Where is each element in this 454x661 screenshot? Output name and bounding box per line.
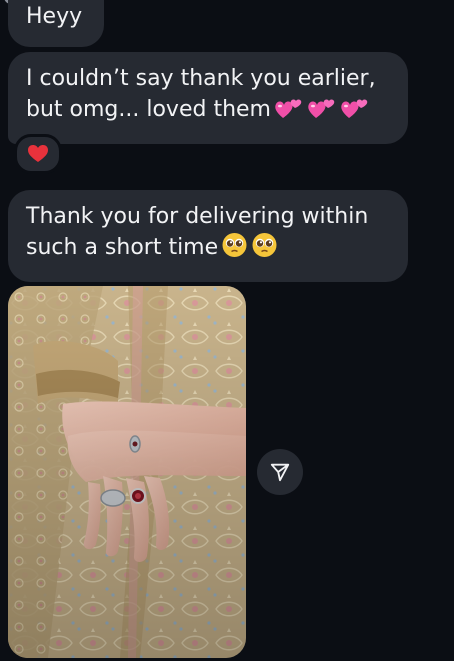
red-heart-icon (28, 145, 48, 162)
message-text: Heyy (26, 4, 83, 29)
message-bubble[interactable]: I couldn’t say thank you earlier, but om… (8, 52, 408, 144)
pleading-face-emoji-icon (221, 232, 248, 267)
two-hearts-emoji-icon (340, 96, 370, 129)
pleading-face-emoji-icon (251, 232, 278, 267)
photo-message[interactable] (8, 286, 246, 658)
reaction-badge[interactable] (14, 134, 62, 174)
message-text: I couldn’t say thank you earlier, (26, 66, 376, 91)
message-text: Thank you for delivering within (26, 204, 369, 229)
message-text: such a short time (26, 235, 219, 260)
photo-image (8, 286, 246, 658)
chat-thread: Heyy I couldn’t say thank you earlier, b… (0, 0, 454, 661)
two-hearts-emoji-icon (307, 96, 337, 129)
message-bubble[interactable]: Thank you for delivering within such a s… (8, 190, 408, 282)
two-hearts-emoji-icon (274, 96, 304, 129)
message-text: but omg... loved them (26, 97, 271, 122)
message-text-line: but omg... loved them (26, 94, 408, 129)
share-button[interactable] (257, 449, 303, 495)
message-bubble[interactable]: Heyy (8, 0, 104, 47)
send-icon (270, 463, 290, 482)
message-text-line: such a short time (26, 232, 408, 267)
